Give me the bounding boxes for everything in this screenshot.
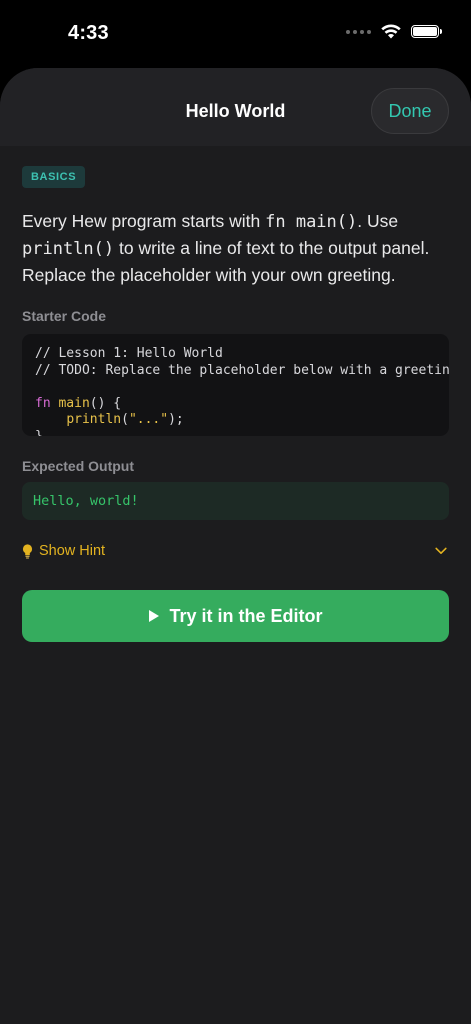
done-button[interactable]: Done — [371, 88, 449, 134]
status-time: 4:33 — [68, 22, 109, 44]
play-icon — [149, 610, 160, 622]
show-hint-label: Show Hint — [39, 543, 106, 559]
code-call: println — [66, 412, 122, 427]
category-badge: BASICS — [22, 166, 86, 188]
cellular-signal-icon — [346, 29, 371, 34]
try-in-editor-label: Try it in the Editor — [169, 605, 323, 626]
code-signature-rest: () { — [89, 395, 122, 411]
wifi-icon — [381, 24, 401, 39]
code-keyword-fn: fn — [35, 395, 51, 411]
status-icons — [346, 24, 442, 39]
starter-code-label: Starter Code — [22, 308, 107, 324]
lesson-sheet: Hello World Done BASICS Every Hew progra… — [0, 68, 471, 1024]
code-paren-close: ); — [168, 412, 184, 427]
hint-left: Show Hint — [22, 543, 105, 559]
code-fn-name: main — [58, 395, 90, 411]
lightbulb-icon — [22, 543, 33, 559]
starter-code-block[interactable]: // Lesson 1: Hello World // TODO: Replac… — [22, 334, 449, 436]
lesson-content: BASICS Every Hew program starts with fn … — [22, 166, 449, 642]
lesson-intro: Every Hew program starts with fn main().… — [22, 208, 449, 288]
intro-code-1: fn main() — [265, 212, 358, 232]
code-line-2: // TODO: Replace the placeholder below w… — [35, 362, 449, 378]
show-hint-toggle[interactable]: Show Hint — [22, 542, 449, 560]
code-line-6: } — [35, 428, 43, 437]
code-line-4: fn main() { — [35, 396, 449, 413]
status-bar: 4:33 — [0, 0, 471, 68]
expected-output-label: Expected Output — [22, 458, 135, 474]
code-line-5: println("..."); — [35, 412, 449, 429]
code-string: "..." — [128, 412, 169, 427]
expected-output-block: Hello, world! — [22, 482, 449, 520]
intro-code-2: println() — [22, 239, 115, 259]
expected-output-text: Hello, world! — [33, 493, 139, 509]
intro-text-2: . Use — [357, 211, 399, 231]
sheet-header: Hello World Done — [0, 68, 471, 146]
intro-text-1: Every Hew program starts with — [22, 211, 266, 231]
try-in-editor-button[interactable]: Try it in the Editor — [22, 590, 449, 642]
chevron-down-icon — [435, 547, 447, 554]
code-paren-open: ( — [121, 412, 129, 427]
battery-icon — [411, 25, 442, 38]
code-line-1: // Lesson 1: Hello World — [35, 346, 223, 361]
